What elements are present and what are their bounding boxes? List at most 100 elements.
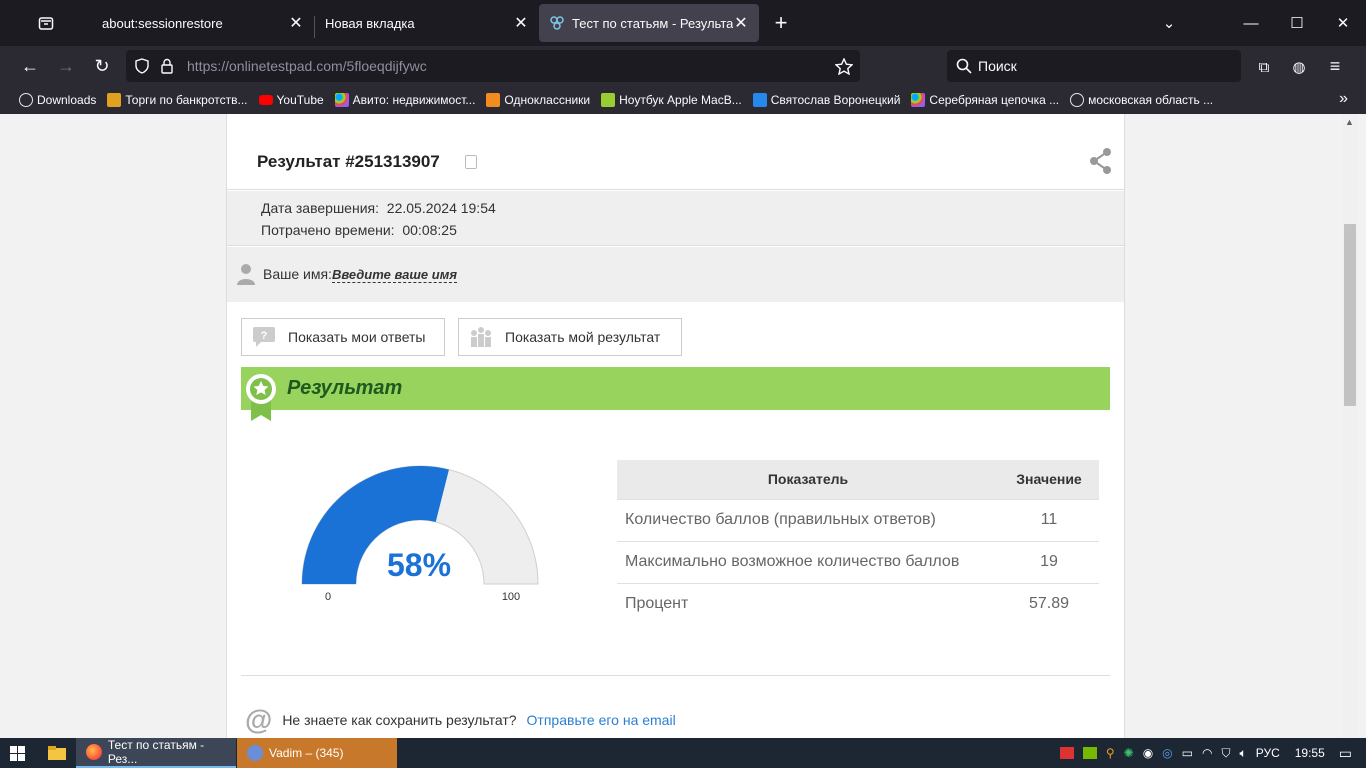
arrow-right-icon: → (57, 56, 75, 76)
bookmark-downloads[interactable]: Downloads (19, 93, 96, 107)
copy-icon[interactable] (465, 155, 477, 169)
show-answers-label: Показать мои ответы (288, 329, 426, 345)
result-header: Результат #251313907 (227, 114, 1124, 190)
page-scrollbar[interactable]: ▲ (1342, 114, 1358, 738)
search-tray-icon[interactable]: ⚲ (1106, 746, 1115, 760)
youtube-icon (258, 95, 273, 105)
medal-icon (246, 374, 276, 421)
search-bar[interactable]: Поиск (947, 50, 1241, 82)
extensions-button[interactable]: ⧉ (1251, 54, 1277, 78)
bookmark-moscow-region[interactable]: московская область ... (1070, 93, 1213, 107)
firefox-view-button[interactable] (0, 0, 92, 46)
menu-button[interactable]: ≡ (1322, 54, 1348, 78)
email-at-icon: @ (245, 704, 273, 735)
file-explorer-icon[interactable] (48, 746, 66, 760)
navigation-toolbar: ← → ↻ https://onlinetestpad.com/5floeqdi… (0, 46, 1366, 86)
row-label: Процент (617, 582, 999, 625)
user-icon (237, 264, 255, 285)
bookmark-star-icon[interactable] (835, 58, 853, 75)
taskbar-firefox[interactable]: Тест по статьям - Рез... (76, 738, 236, 768)
bookmark-youtube[interactable]: YouTube (258, 93, 324, 107)
scrollbar-thumb[interactable] (1344, 224, 1356, 406)
close-tab-icon[interactable]: ✕ (513, 13, 529, 33)
table-row: Количество баллов (правильных ответов) 11 (617, 498, 1099, 541)
forward-button[interactable]: → (53, 54, 79, 78)
back-button[interactable]: ← (17, 54, 43, 78)
url-text: https://onlinetestpad.com/5floeqdijfywc (187, 58, 427, 74)
new-tab-button[interactable]: + (759, 0, 803, 46)
show-answers-button[interactable]: ? Показать мои ответы (241, 318, 445, 356)
tab-sessionrestore[interactable]: about:sessionrestore ✕ (92, 4, 314, 42)
bookmark-label: Серебряная цепочка ... (929, 93, 1060, 107)
reload-icon: ↻ (94, 56, 110, 76)
windows-start-icon[interactable] (10, 746, 25, 761)
result-stats-table: Показатель Значение Количество баллов (п… (617, 460, 1099, 625)
bookmark-label: Торги по банкротств... (125, 93, 248, 107)
vpn-button[interactable]: ◍ (1286, 54, 1312, 78)
battery-icon[interactable]: ▭ (1182, 746, 1193, 760)
user-name-label: Ваше имя: (263, 266, 332, 282)
nvidia-icon[interactable] (1082, 747, 1097, 759)
arrow-left-icon: ← (21, 56, 39, 76)
chat-icon (752, 93, 767, 107)
window-controls: ⌄ — ☐ ✕ (1146, 0, 1366, 46)
time-spent-value: 00:08:25 (402, 222, 457, 238)
taskbar-vadim[interactable]: Vadim – (345) (237, 738, 397, 768)
bookmark-svyatoslav[interactable]: Святослав Воронецкий (752, 93, 901, 107)
steam-icon[interactable]: ◉ (1143, 746, 1153, 760)
more-bookmarks-icon[interactable]: » (1339, 90, 1348, 108)
tab-active-test[interactable]: Тест по статьям - Результат он ✕ (539, 4, 759, 42)
hamburger-menu-icon: ≡ (1329, 56, 1341, 76)
question-bubble-icon: ? (253, 327, 275, 347)
close-tab-icon[interactable]: ✕ (733, 13, 749, 33)
network-app-icon[interactable]: ◎ (1162, 746, 1172, 760)
save-question: Не знаете как сохранить результат? (282, 712, 517, 728)
reload-button[interactable]: ↻ (89, 54, 115, 78)
tray-app-icon[interactable] (1059, 747, 1074, 759)
result-gauge: 58% 0 100 (301, 465, 539, 603)
bookmark-torgi[interactable]: Торги по банкротств... (107, 93, 248, 107)
lock-icon[interactable] (160, 58, 174, 74)
row-value: 19 (999, 540, 1099, 583)
search-placeholder: Поиск (978, 58, 1017, 74)
minimize-icon[interactable]: — (1228, 15, 1274, 32)
table-header-row: Показатель Значение (617, 460, 1099, 499)
bookmark-label: YouTube (276, 93, 324, 107)
gauge-max-label: 100 (502, 591, 520, 603)
wifi-icon[interactable]: ◠ (1202, 746, 1212, 760)
bookmark-macbook[interactable]: Ноутбук Apple MacB... (601, 93, 742, 107)
people-icon (471, 327, 491, 347)
url-bar[interactable]: https://onlinetestpad.com/5floeqdijfywc (126, 50, 860, 82)
bookmark-label: Одноклассники (504, 93, 591, 107)
plus-icon: + (774, 10, 788, 35)
bookmark-label: Ноутбук Apple MacB... (619, 93, 742, 107)
clock[interactable]: 19:55 (1295, 746, 1325, 760)
send-email-link[interactable]: Отправьте его на email (527, 712, 676, 728)
user-name-label-wrap: Ваше имя:Введите ваше имя (263, 266, 457, 283)
gear-tray-icon[interactable]: ✺ (1124, 746, 1134, 760)
list-all-tabs-icon[interactable]: ⌄ (1146, 14, 1192, 32)
firefox-view-icon (38, 17, 54, 30)
row-label: Максимально возможное количество баллов (617, 540, 999, 583)
tab-new-tab[interactable]: Новая вкладка ✕ (315, 4, 539, 42)
close-tab-icon[interactable]: ✕ (288, 13, 304, 33)
bookmark-label: Святослав Воронецкий (770, 93, 901, 107)
bookmark-chain[interactable]: Серебряная цепочка ... (911, 93, 1059, 107)
user-name-input[interactable]: Введите ваше имя (331, 267, 457, 283)
bookmark-avito[interactable]: Авито: недвижимост... (334, 93, 475, 107)
show-result-button[interactable]: Показать мой результат (458, 318, 682, 356)
table-row: Максимально возможное количество баллов 1… (617, 540, 1099, 583)
shield-icon[interactable]: ⛉ (1221, 746, 1230, 761)
volume-icon[interactable]: 🔈︎ (1240, 746, 1247, 761)
tracking-protection-shield-icon[interactable] (134, 58, 150, 74)
scroll-up-icon[interactable]: ▲ (1345, 117, 1354, 127)
firefox-icon (86, 744, 102, 760)
bookmark-odnoklassniki[interactable]: Одноклассники (486, 93, 590, 107)
close-window-icon[interactable]: ✕ (1320, 14, 1366, 32)
maximize-icon[interactable]: ☐ (1274, 14, 1320, 32)
banner-title: Результат (287, 377, 403, 399)
language-indicator[interactable]: РУС (1256, 746, 1280, 760)
share-icon[interactable] (1089, 146, 1113, 176)
url-path: 5floeqdijfywc (346, 58, 427, 74)
notifications-icon[interactable]: ▭ (1339, 745, 1352, 762)
